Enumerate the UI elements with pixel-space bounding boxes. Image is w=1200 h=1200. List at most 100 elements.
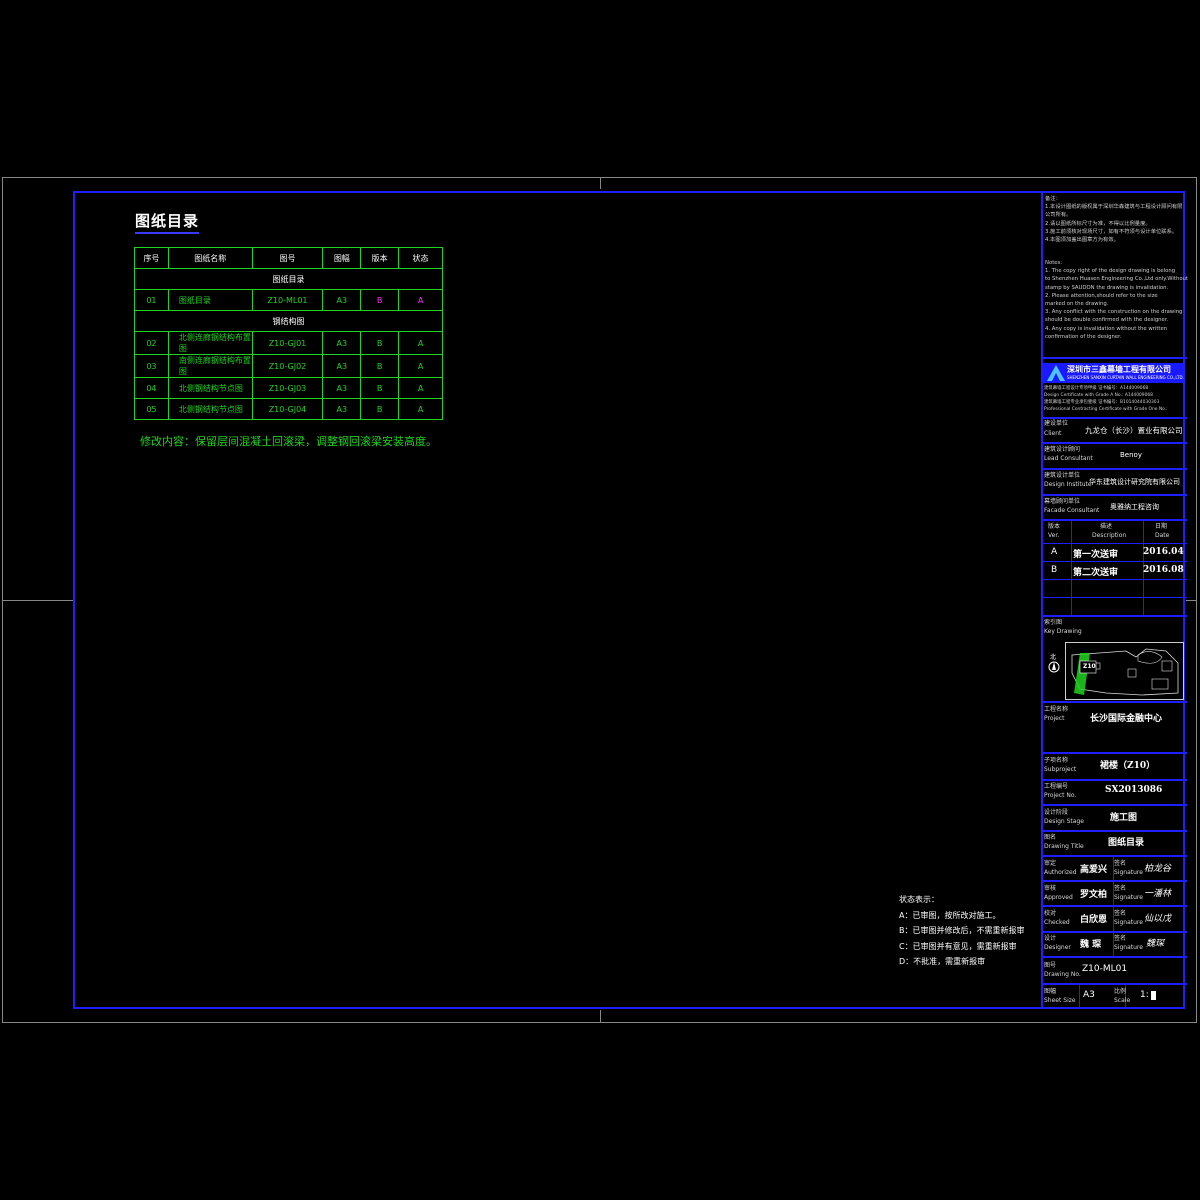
revision-note: 修改内容：保留层间混凝土回滚梁，调整钢回滚梁安装高度。 bbox=[140, 435, 437, 448]
status-legend: 状态表示： A：已审图，按所改对施工。 B：已审图并修改后，不需重新报审 C：已… bbox=[899, 892, 1025, 970]
row-name: 图纸目录 bbox=[167, 289, 253, 311]
note-line: confirmation of the designer. bbox=[1045, 333, 1122, 340]
row-status: A bbox=[398, 289, 443, 311]
rule bbox=[1043, 880, 1187, 882]
facade-label-en: Facade Consultant bbox=[1044, 507, 1100, 514]
rule bbox=[1043, 494, 1187, 496]
row-size: A3 bbox=[322, 354, 362, 378]
table-row: 01 图纸目录 Z10-ML01 A3 B A bbox=[134, 289, 443, 311]
role-label: 审定 bbox=[1044, 860, 1057, 867]
rule bbox=[1043, 579, 1187, 580]
role-label-en: Authorized bbox=[1044, 869, 1077, 876]
row-code: Z10-GJ03 bbox=[251, 377, 324, 399]
keyplan-label: 索引图 bbox=[1044, 619, 1063, 626]
keyplan-label-en: Key Drawing bbox=[1044, 628, 1082, 635]
table-row: 05 北侧钢结构节点图 Z10-GJ04 A3 B A bbox=[134, 398, 443, 420]
note-line: 2.请以图纸所标尺寸为准，不得以比例量度。 bbox=[1045, 220, 1151, 227]
row-code: Z10-GJ01 bbox=[251, 331, 324, 355]
table-row: 02 北侧连廊钢结构布置图 Z10-GJ01 A3 B A bbox=[134, 331, 443, 355]
signature: 魏琛 bbox=[1146, 939, 1165, 949]
role-label-en: Designer bbox=[1044, 944, 1071, 951]
rule bbox=[1043, 905, 1187, 907]
signature-label-en: Signature bbox=[1114, 894, 1143, 901]
cert-line: 建筑幕墙工程设计专项甲级 证书编号：A144009068 bbox=[1044, 386, 1149, 391]
row-no: 05 bbox=[134, 398, 169, 420]
signature-label-en: Signature bbox=[1114, 944, 1143, 951]
role-label-en: Approved bbox=[1044, 894, 1073, 901]
row-no: 02 bbox=[134, 331, 169, 355]
subproject-label: 子项名称 bbox=[1044, 757, 1069, 764]
key-plan-zone-label: Z10 bbox=[1083, 663, 1096, 670]
rule bbox=[1043, 468, 1187, 470]
rev-header-date: 日期 bbox=[1155, 523, 1168, 530]
center-mark-bottom bbox=[600, 1010, 601, 1023]
row-ver: B bbox=[360, 331, 400, 355]
rule bbox=[1043, 442, 1187, 444]
rule bbox=[1043, 779, 1187, 781]
key-plan: Z10 bbox=[1065, 642, 1184, 700]
row-ver: B bbox=[360, 377, 400, 399]
stage-label: 设计阶段 bbox=[1044, 809, 1069, 816]
rev-ver: B bbox=[1051, 565, 1058, 575]
north-arrow-icon bbox=[1048, 661, 1060, 673]
rule bbox=[1043, 752, 1187, 754]
header-cell: 版本 bbox=[360, 247, 400, 269]
row-name: 北侧连廊钢结构布置图 bbox=[167, 331, 253, 355]
header-cell: 序号 bbox=[134, 247, 169, 269]
role-name: 魏 琛 bbox=[1080, 940, 1102, 950]
group-label: 图纸目录 bbox=[134, 268, 443, 290]
note-line: 3. Any conflict with the construction on… bbox=[1045, 309, 1183, 316]
row-code: Z10-ML01 bbox=[251, 289, 324, 311]
center-mark-right bbox=[1186, 600, 1197, 601]
drawing-no-label: 图号 bbox=[1044, 962, 1057, 969]
cert-line: 建筑幕墙工程专业承包壹级 证书编号：B1014044030303 bbox=[1044, 400, 1160, 405]
rule bbox=[1043, 855, 1187, 857]
rev-header-desc: 描述 bbox=[1100, 523, 1113, 530]
rule bbox=[1043, 417, 1187, 419]
rule bbox=[1043, 615, 1187, 617]
rule bbox=[1043, 597, 1187, 598]
stage-label-en: Design Stage bbox=[1044, 818, 1084, 825]
consultant-label: 建筑设计顾问 bbox=[1044, 446, 1081, 453]
notes-chinese: 备注： 1.本设计图纸的版权属于深圳华森建筑与工程设计顾问有限 公司所有。 2.… bbox=[1045, 195, 1182, 244]
row-code: Z10-GJ04 bbox=[251, 398, 324, 420]
row-size: A3 bbox=[322, 377, 362, 399]
role-name: 高爱兴 bbox=[1080, 865, 1108, 875]
signature-label: 签名 bbox=[1114, 910, 1127, 917]
status-legend-item: A：已审图，按所改对施工。 bbox=[899, 910, 1001, 920]
company-certificates: 建筑幕墙工程设计专项甲级 证书编号：A144009068 Design Cert… bbox=[1044, 385, 1168, 413]
note-line: 1.本设计图纸的版权属于深圳华森建筑与工程设计顾问有限 bbox=[1045, 204, 1183, 211]
project-no-value: SX2013086 bbox=[1105, 785, 1163, 795]
signature-label: 签名 bbox=[1114, 860, 1127, 867]
rule bbox=[1043, 804, 1187, 806]
company-name: 深圳市三鑫幕墙工程有限公司 bbox=[1067, 365, 1171, 374]
drawing-title-label-en: Drawing Title bbox=[1044, 843, 1084, 850]
row-name: 南侧连廊钢结构布置图 bbox=[167, 354, 253, 378]
note-line: 4.本图须加盖出图章方为有效。 bbox=[1045, 237, 1119, 244]
rule bbox=[1043, 543, 1187, 544]
center-mark-left bbox=[2, 600, 73, 601]
status-legend-item: B：已审图并修改后，不需重新报审 bbox=[899, 926, 1025, 935]
role-label: 审核 bbox=[1044, 885, 1057, 892]
row-size: A3 bbox=[322, 398, 362, 420]
note-line: Notes: bbox=[1045, 260, 1063, 266]
sheet-size-label: 图幅 bbox=[1044, 988, 1057, 995]
rule bbox=[1043, 830, 1187, 832]
row-ver: B bbox=[360, 354, 400, 378]
signature: 仙以戊 bbox=[1144, 914, 1172, 924]
note-line: should be double confirmed with the desi… bbox=[1045, 317, 1169, 324]
notes-english: Notes: 1. The copy right of the design d… bbox=[1045, 259, 1188, 341]
scale-placeholder-mark bbox=[1151, 991, 1156, 1000]
row-status: A bbox=[398, 354, 443, 378]
rev-date: 2016.08 bbox=[1143, 565, 1184, 575]
note-line: 3.施工前须核对现场尺寸，如有不符须与设计单位联系。 bbox=[1045, 228, 1178, 235]
key-plan-drawing bbox=[1071, 648, 1179, 696]
design-institute-label-en: Design Institute bbox=[1044, 481, 1092, 488]
row-name: 北侧钢结构节点图 bbox=[167, 398, 253, 420]
scale-label: 比例 bbox=[1114, 988, 1127, 995]
role-label-en: Checked bbox=[1044, 919, 1070, 926]
group-row: 图纸目录 bbox=[134, 268, 443, 290]
index-title: 图纸目录 bbox=[135, 210, 200, 234]
drawing-title-label: 图名 bbox=[1044, 834, 1057, 841]
role-name: 白欣恩 bbox=[1080, 915, 1108, 925]
